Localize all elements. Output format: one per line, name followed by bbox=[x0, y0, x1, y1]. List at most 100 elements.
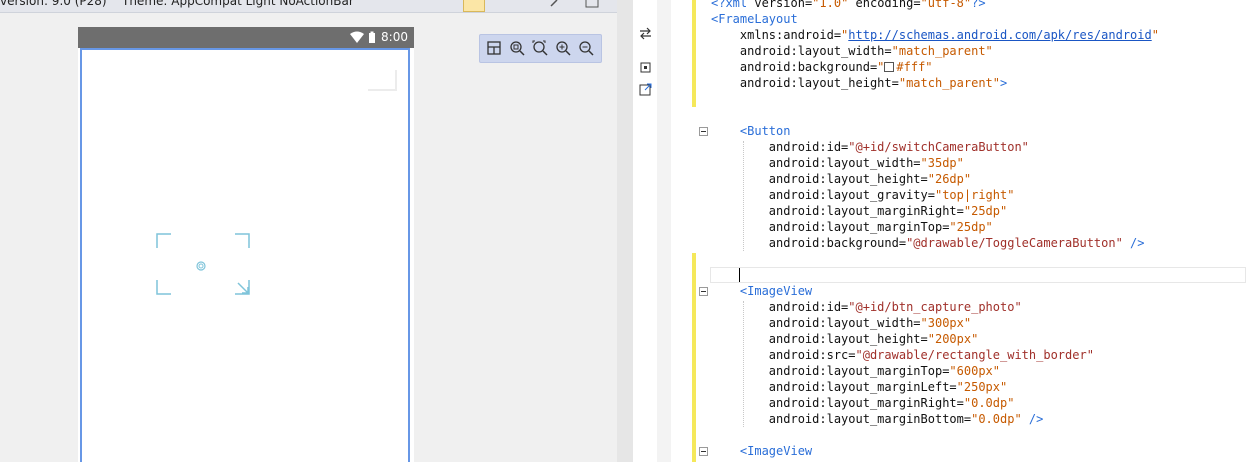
code-token: ImageView bbox=[747, 444, 813, 458]
fold-toggle-button[interactable] bbox=[699, 127, 708, 136]
code-line[interactable]: android:background="@drawable/ToggleCame… bbox=[711, 235, 1159, 251]
code-token: <? bbox=[711, 0, 726, 10]
api-version-label[interactable]: version: 9.0 (P28) bbox=[0, 0, 107, 8]
code-line[interactable]: android:layout_height="200px" bbox=[711, 331, 1159, 347]
code-line[interactable]: xmlns:android= "http://schemas.android.co… bbox=[711, 27, 1159, 43]
code-token: xml bbox=[725, 0, 748, 10]
code-line[interactable] bbox=[711, 267, 1159, 283]
change-marker bbox=[692, 253, 696, 462]
code-line[interactable]: <?xml version="1.0" encoding="utf-8"?> bbox=[711, 0, 1159, 11]
code-token: "200px" bbox=[927, 332, 979, 346]
zoom-in-icon[interactable] bbox=[554, 39, 572, 57]
code-token: android:layout_marginRight= bbox=[711, 204, 964, 218]
code-line[interactable] bbox=[711, 251, 1159, 267]
code-line[interactable]: android:id="@+id/switchCameraButton" bbox=[711, 139, 1159, 155]
code-token: < bbox=[711, 124, 748, 138]
code-token: encoding= bbox=[848, 0, 921, 10]
code-token: "@+id/btn_capture_photo" bbox=[848, 300, 1022, 314]
code-line[interactable] bbox=[711, 91, 1159, 107]
code-token: "top|right" bbox=[934, 188, 1015, 202]
code-line[interactable] bbox=[711, 427, 1159, 443]
code-token: "300px" bbox=[920, 316, 972, 330]
code-line[interactable]: android:layout_marginRight="25dp" bbox=[711, 203, 1159, 219]
source-view-icon[interactable] bbox=[638, 82, 653, 97]
switch-camera-button-placeholder[interactable] bbox=[366, 68, 398, 92]
code-token[interactable]: http://schemas.android.com/apk/res/andro… bbox=[848, 28, 1151, 42]
code-line[interactable]: android:src="@drawable/rectangle_with_bo… bbox=[711, 347, 1159, 363]
fold-toggle-imageview[interactable] bbox=[699, 287, 708, 296]
designer-toolbar: version: 9.0 (P28) Theme: AppCompat Ligh… bbox=[0, 0, 633, 13]
code-token: /> bbox=[1122, 236, 1145, 250]
code-token: < bbox=[711, 444, 748, 458]
code-line[interactable]: <Button bbox=[711, 123, 1159, 139]
code-line[interactable]: android:layout_height="26dp" bbox=[711, 171, 1159, 187]
layout-canvas[interactable] bbox=[80, 48, 410, 462]
code-line[interactable]: <ImageView bbox=[711, 443, 1159, 459]
code-token: android:background= bbox=[711, 60, 878, 74]
code-token: android:layout_marginTop= bbox=[711, 364, 950, 378]
swap-panes-icon[interactable] bbox=[638, 26, 653, 41]
code-token: android:background= bbox=[711, 236, 907, 250]
code-line[interactable]: <ImageView bbox=[711, 283, 1159, 299]
code-line[interactable]: android:layout_marginRight="0.0dp" bbox=[711, 395, 1159, 411]
wifi-battery-icon bbox=[350, 31, 375, 43]
layout-icon[interactable] bbox=[485, 39, 503, 57]
code-token: android:layout_marginRight= bbox=[711, 396, 964, 410]
code-line[interactable]: android:layout_width="300px" bbox=[711, 315, 1159, 331]
code-token: "600px" bbox=[949, 364, 1000, 378]
zoom-out-icon[interactable] bbox=[577, 39, 595, 57]
code-token: "@drawable/rectangle_with_border" bbox=[855, 348, 1094, 362]
code-token: android:layout_width= bbox=[711, 316, 921, 330]
code-token: "26dp" bbox=[927, 172, 972, 186]
code-token: ImageView bbox=[747, 284, 813, 298]
code-token: "0.0dp" bbox=[963, 396, 1015, 410]
code-token: "0.0dp" bbox=[971, 412, 1022, 426]
code-token: "match_parent" bbox=[898, 76, 1000, 90]
code-line[interactable] bbox=[711, 107, 1159, 123]
code-token: /> bbox=[1021, 412, 1044, 426]
code-line[interactable]: android:layout_gravity="top|right" bbox=[711, 187, 1159, 203]
code-token: xmlns:android= bbox=[711, 28, 842, 42]
device-status-bar: 8:00 bbox=[78, 27, 414, 48]
code-token: Button bbox=[747, 124, 791, 138]
code-line[interactable]: android:layout_height="match_parent"> bbox=[711, 75, 1159, 91]
device-preview: 8:00 bbox=[78, 27, 414, 462]
preview-icon[interactable] bbox=[582, 0, 602, 10]
status-time: 8:00 bbox=[381, 30, 408, 44]
code-line[interactable]: android:layout_marginBottom="0.0dp" /> bbox=[711, 411, 1159, 427]
code-token: version= bbox=[747, 0, 813, 10]
code-line[interactable]: android:layout_width="match_parent" bbox=[711, 43, 1159, 59]
code-line[interactable]: android:layout_marginTop="25dp" bbox=[711, 219, 1159, 235]
code-token: "1.0" bbox=[812, 0, 849, 10]
fold-toggle-imageview-2[interactable] bbox=[699, 447, 708, 456]
code-token: "@drawable/ToggleCameraButton" bbox=[906, 236, 1123, 250]
code-line[interactable]: android:layout_marginLeft="250px" bbox=[711, 379, 1159, 395]
code-token: android:layout_width= bbox=[711, 44, 892, 58]
code-line[interactable]: android:id="@+id/btn_capture_photo" bbox=[711, 299, 1159, 315]
design-view-icon[interactable] bbox=[638, 60, 653, 75]
code-token: FrameLayout bbox=[718, 12, 798, 26]
split-toolbar bbox=[633, 0, 657, 462]
theme-label[interactable]: Theme: AppCompat Light NoActionBar bbox=[122, 0, 354, 8]
capture-photo-imageview[interactable] bbox=[156, 233, 252, 297]
code-line[interactable]: android:layout_width="35dp" bbox=[711, 155, 1159, 171]
designer-scroll-strip[interactable] bbox=[617, 0, 633, 462]
code-token: "25dp" bbox=[963, 204, 1008, 218]
zoom-fit-icon[interactable] bbox=[508, 39, 526, 57]
xml-code[interactable]: <?xml version="1.0" encoding="utf-8"?> <F… bbox=[711, 0, 1159, 459]
code-token: "@+id/switchCameraButton" bbox=[848, 140, 1029, 154]
code-token: " bbox=[877, 60, 885, 74]
code-token: android:layout_width= bbox=[711, 156, 921, 170]
color-swatch-icon bbox=[884, 62, 895, 72]
pin-icon[interactable] bbox=[545, 0, 565, 10]
code-line[interactable]: <FrameLayout bbox=[711, 11, 1159, 27]
design-surface-button[interactable] bbox=[463, 0, 485, 12]
code-line[interactable]: android:background=" #fff" bbox=[711, 59, 1159, 75]
code-token: "35dp" bbox=[920, 156, 964, 170]
code-line[interactable]: android:layout_marginTop="600px" bbox=[711, 363, 1159, 379]
zoom-actual-icon[interactable] bbox=[531, 39, 549, 57]
code-token: "match_parent" bbox=[891, 44, 993, 58]
designer-surface[interactable]: version: 9.0 (P28) Theme: AppCompat Ligh… bbox=[0, 0, 633, 462]
code-token: android:layout_height= bbox=[711, 76, 899, 90]
code-token: ?> bbox=[971, 0, 986, 10]
